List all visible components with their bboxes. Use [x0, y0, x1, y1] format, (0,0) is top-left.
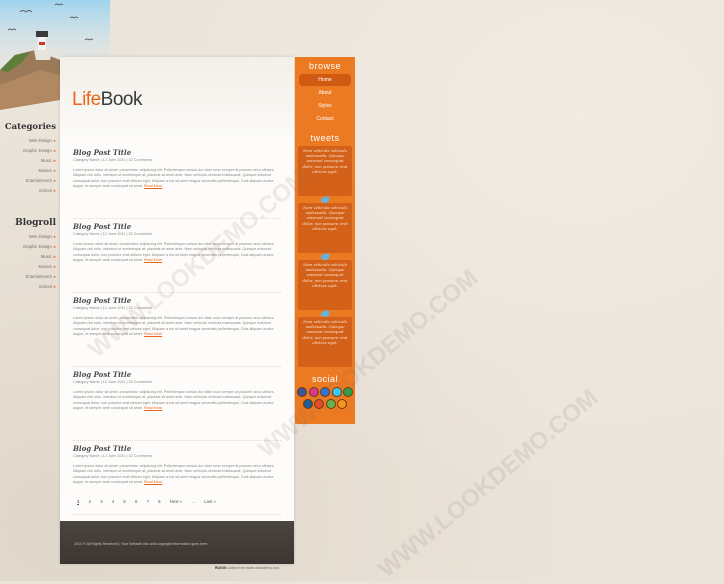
post-title[interactable]: Blog Post Title: [73, 370, 281, 379]
blogroll-heading: Blogroll: [15, 218, 56, 228]
page-link[interactable]: 4: [112, 499, 114, 504]
tweets-heading: tweets: [310, 133, 340, 143]
next-page-link[interactable]: Next »: [170, 499, 182, 504]
blogroll-list: Web Design ▸ Graphic Design ▸ Music ▸ Movie…: [0, 234, 58, 294]
tweet-text: Nam vehicula vehicula malesuada. Quisque…: [302, 205, 348, 231]
blogroll-item[interactable]: Entertainment ▸: [0, 274, 58, 284]
arrow-icon: ▸: [53, 158, 56, 163]
post-excerpt: Lorem ipsum dolor sit amet, consectetur …: [73, 390, 275, 411]
read-more-link[interactable]: Read More: [144, 480, 162, 484]
tweet-item: Nam vehicula vehicula malesuada. Quisque…: [298, 203, 352, 260]
arrow-icon: ▸: [53, 148, 56, 153]
category-item[interactable]: Movies ▸: [0, 168, 58, 178]
tweet-text: Nam vehicula vehicula malesuada. Quisque…: [302, 148, 348, 174]
header: LifeBook: [60, 57, 294, 137]
post-meta: Category Name | 12 June 2011 | 32 Commen…: [73, 306, 153, 310]
nav-item-styles[interactable]: Styles: [299, 100, 351, 112]
arrow-icon: ▸: [53, 178, 56, 183]
last-page-link[interactable]: Last »: [204, 499, 216, 504]
read-more-link[interactable]: Read More: [144, 406, 162, 410]
category-item[interactable]: Music ▸: [0, 158, 58, 168]
read-more-link[interactable]: Read More: [144, 258, 162, 262]
nav-item-contact[interactable]: Contact: [299, 113, 351, 125]
blogroll-item[interactable]: Movies ▸: [0, 264, 58, 274]
blogroll-item[interactable]: Web Design ▸: [0, 234, 58, 244]
tweet-item: Nam vehicula vehicula malesuada. Quisque…: [298, 317, 352, 367]
read-more-link[interactable]: Read More: [144, 332, 162, 336]
page-link[interactable]: 5: [123, 499, 125, 504]
arrow-icon: ▸: [53, 274, 56, 279]
site-logo[interactable]: LifeBook: [72, 89, 142, 111]
categories-list: Web Design ▸ Graphic Design ▸ Music ▸ Movie…: [0, 138, 58, 198]
blogroll-item[interactable]: Music ▸: [0, 254, 58, 264]
arrow-icon: ▸: [53, 138, 56, 143]
blog-post: Blog Post Title Category Name | 12 June …: [73, 370, 281, 441]
browse-heading: browse: [308, 61, 341, 71]
page-link[interactable]: 6: [135, 499, 137, 504]
arrow-icon: ▸: [53, 254, 56, 259]
page-link[interactable]: 3: [100, 499, 102, 504]
nav-item-home[interactable]: Home: [299, 74, 351, 86]
tweet-item: Nam vehicula vehicula malesuada. Quisque…: [298, 260, 352, 317]
copyright-text: 2014 © All Rights Reserved | Your Websit…: [74, 542, 209, 546]
arrow-icon: ▸: [53, 168, 56, 173]
read-more-link[interactable]: Read More: [144, 184, 162, 188]
facebook-icon[interactable]: [297, 387, 307, 397]
footer: 2014 © All Rights Reserved | Your Websit…: [60, 521, 294, 564]
arrow-icon: ▸: [53, 188, 56, 193]
post-excerpt: Lorem ipsum dolor sit amet, consectetur …: [73, 464, 275, 485]
post-meta: Category Name | 12 June 2011 | 32 Commen…: [73, 380, 153, 384]
category-item[interactable]: Web Design ▸: [0, 138, 58, 148]
page-link[interactable]: 1: [77, 499, 80, 505]
arrow-icon: ▸: [53, 284, 56, 289]
credit-line: RUGGI collect from www.downdemo.com: [215, 566, 280, 570]
tweet-text: Nam vehicula vehicula malesuada. Quisque…: [302, 319, 348, 345]
main-nav: Home About Styles Contact: [295, 74, 355, 125]
blogroll-item[interactable]: School ▸: [0, 284, 58, 294]
post-excerpt: Lorem ipsum dolor sit amet, consectetur …: [73, 168, 275, 189]
category-item[interactable]: Entertainment ▸: [0, 178, 58, 188]
post-meta: Category Name | 12 June 2011 | 32 Commen…: [73, 454, 153, 458]
post-title[interactable]: Blog Post Title: [73, 148, 281, 157]
category-item[interactable]: Graphic Design ▸: [0, 148, 58, 158]
page-link[interactable]: 2: [89, 499, 91, 504]
blogroll-item[interactable]: Graphic Design ▸: [0, 244, 58, 254]
page-link[interactable]: 7: [147, 499, 149, 504]
categories-heading: Categories: [4, 122, 56, 132]
arrow-icon: ▸: [53, 234, 56, 239]
page-link[interactable]: 8: [158, 499, 160, 504]
left-sidebar: Categories Web Design ▸ Graphic Design ▸ M…: [0, 118, 58, 294]
nav-item-about[interactable]: About: [299, 87, 351, 99]
pager-ellipsis: ...: [191, 499, 195, 504]
category-item[interactable]: School ▸: [0, 188, 58, 198]
post-meta: Category Name | 12 June 2011 | 32 Commen…: [73, 158, 153, 162]
tweet-text: Nam vehicula vehicula malesuada. Quisque…: [302, 262, 348, 288]
pagination: 1 2 3 4 5 6 7 8 Next » ... Last »: [77, 499, 224, 505]
arrow-icon: ▸: [53, 244, 56, 249]
main-content: LifeBook Blog Post Title Category Name |…: [60, 57, 294, 564]
arrow-icon: ▸: [53, 264, 56, 269]
post-title[interactable]: Blog Post Title: [73, 444, 281, 453]
